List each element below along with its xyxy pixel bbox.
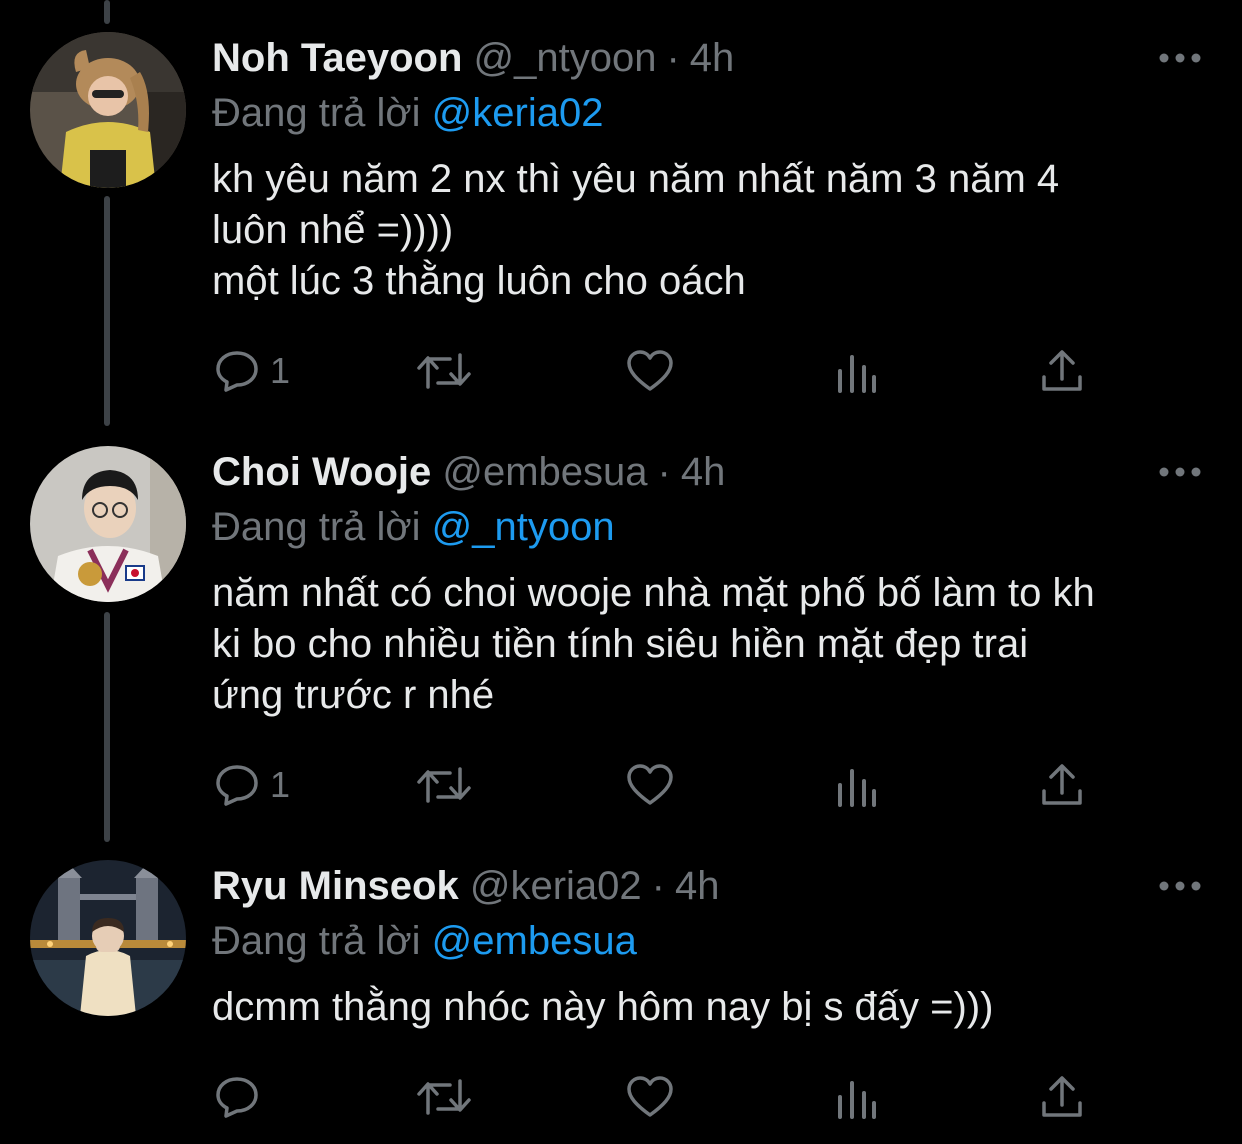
tweet-text-line: kh yêu năm 2 nx thì yêu năm nhất năm 3 n… xyxy=(212,157,1060,201)
avatar[interactable] xyxy=(30,860,186,1016)
reply-count: 1 xyxy=(270,350,291,391)
analytics-icon xyxy=(838,355,876,393)
timestamp[interactable]: 4h xyxy=(675,864,720,908)
timestamp[interactable]: 4h xyxy=(681,450,726,494)
display-name[interactable]: Ryu Minseok xyxy=(212,864,459,908)
timestamp[interactable]: 4h xyxy=(690,36,735,80)
more-icon[interactable] xyxy=(1158,464,1202,480)
more-icon[interactable] xyxy=(1158,50,1202,66)
tweet-text: dcmm thằng nhóc này hôm nay bị s đấy =))… xyxy=(212,982,1212,1033)
reply-icon xyxy=(216,1077,258,1118)
display-name[interactable]: Noh Taeyoon xyxy=(212,36,462,80)
like-button[interactable] xyxy=(626,760,674,810)
avatar[interactable] xyxy=(30,32,186,188)
like-button[interactable] xyxy=(626,1072,674,1122)
analytics-button[interactable] xyxy=(834,1072,878,1122)
reply-button[interactable] xyxy=(214,1072,270,1122)
tweet-text-line: luôn nhể =)))) xyxy=(212,208,454,252)
share-button[interactable] xyxy=(1040,760,1084,810)
avatar[interactable] xyxy=(30,446,186,602)
analytics-button[interactable] xyxy=(834,760,878,810)
share-icon xyxy=(1042,350,1082,391)
mention-link[interactable]: @_ntyoon xyxy=(432,505,615,549)
reply-count: 1 xyxy=(270,764,291,805)
reply-icon xyxy=(216,765,258,806)
separator-dot: · xyxy=(666,36,680,80)
analytics-icon xyxy=(838,769,876,807)
share-icon xyxy=(1042,764,1082,805)
tweet-text: năm nhất có choi wooje nhà mặt phố bố là… xyxy=(212,568,1212,721)
tweet-header: Ryu Minseok @keria02 · 4h xyxy=(212,856,719,916)
tweet-header: Choi Wooje @embesua · 4h xyxy=(212,442,725,502)
like-icon xyxy=(627,764,673,805)
replying-to-label: Đang trả lời xyxy=(212,505,421,549)
retweet-icon xyxy=(417,1079,471,1115)
replying-to-label: Đang trả lời xyxy=(212,91,421,135)
retweet-button[interactable] xyxy=(416,1072,472,1122)
action-bar: 1 xyxy=(0,760,1242,810)
more-icon[interactable] xyxy=(1158,878,1202,894)
separator-dot: · xyxy=(651,864,665,908)
tweet-text: kh yêu năm 2 nx thì yêu năm nhất năm 3 n… xyxy=(212,154,1212,307)
replying-to-label: Đang trả lời xyxy=(212,919,421,963)
analytics-icon xyxy=(838,1081,876,1119)
tweet-text-line: dcmm thằng nhóc này hôm nay bị s đấy =))… xyxy=(212,985,994,1029)
tweet-text-line: ki bo cho nhiều tiền tính siêu hiền mặt … xyxy=(212,622,1029,666)
share-button[interactable] xyxy=(1040,1072,1084,1122)
like-icon xyxy=(627,350,673,391)
share-button[interactable] xyxy=(1040,346,1084,396)
retweet-icon xyxy=(417,767,471,803)
thread-line-top xyxy=(104,0,110,24)
user-handle[interactable]: @keria02 xyxy=(470,864,642,908)
display-name[interactable]: Choi Wooje xyxy=(212,450,431,494)
tweet-text-line: một lúc 3 thằng luôn cho oách xyxy=(212,259,746,303)
retweet-button[interactable] xyxy=(416,760,472,810)
replying-to: Đang trả lời @embesua xyxy=(212,914,637,968)
share-icon xyxy=(1042,1076,1082,1117)
like-button[interactable] xyxy=(626,346,674,396)
tweet-text-line: ứng trước r nhé xyxy=(212,673,495,717)
like-icon xyxy=(627,1076,673,1117)
mention-link[interactable]: @embesua xyxy=(432,919,637,963)
retweet-icon xyxy=(417,353,471,389)
reply-button[interactable]: 1 xyxy=(214,760,290,810)
tweet-text-line: năm nhất có choi wooje nhà mặt phố bố là… xyxy=(212,571,1095,615)
replying-to: Đang trả lời @keria02 xyxy=(212,86,603,140)
reply-icon xyxy=(216,351,258,392)
reply-button[interactable]: 1 xyxy=(214,346,290,396)
separator-dot: · xyxy=(657,450,671,494)
user-handle[interactable]: @embesua xyxy=(442,450,647,494)
retweet-button[interactable] xyxy=(416,346,472,396)
action-bar xyxy=(0,1072,1242,1122)
replying-to: Đang trả lời @_ntyoon xyxy=(212,500,615,554)
analytics-button[interactable] xyxy=(834,346,878,396)
tweet-header: Noh Taeyoon @_ntyoon · 4h xyxy=(212,28,734,88)
action-bar: 1 xyxy=(0,346,1242,396)
user-handle[interactable]: @_ntyoon xyxy=(474,36,657,80)
mention-link[interactable]: @keria02 xyxy=(432,91,604,135)
